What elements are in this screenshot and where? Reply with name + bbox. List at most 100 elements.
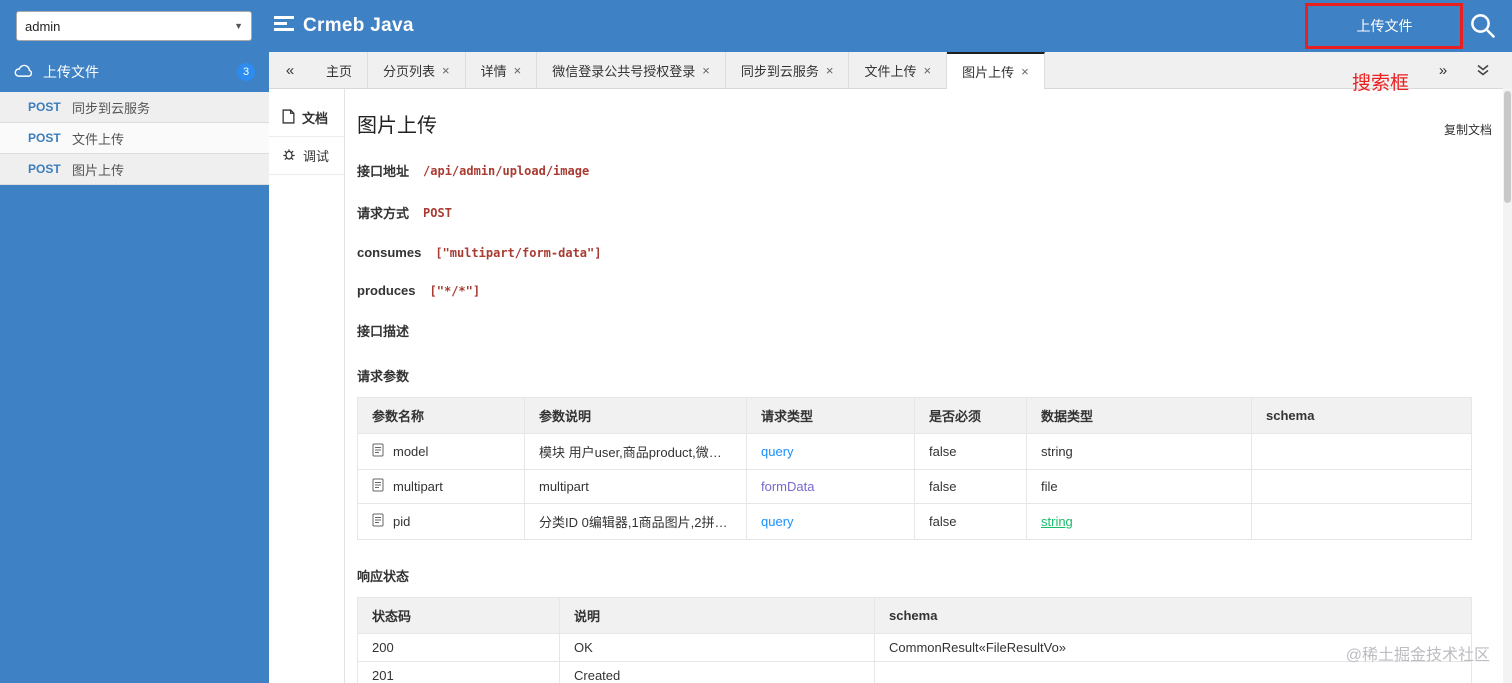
- app-logo: Crmeb Java: [274, 15, 414, 37]
- tab-bar: « 主页 分页列表 × 详情 × 微信登录公共号授权登录 × 同步到云服务 × …: [269, 52, 1512, 89]
- chevron-down-icon: ▼: [234, 21, 243, 31]
- close-icon[interactable]: ×: [923, 63, 931, 78]
- column-header: 数据类型: [1026, 397, 1252, 434]
- close-icon[interactable]: ×: [702, 63, 710, 78]
- param-data-type: file: [1026, 469, 1252, 504]
- request-type-link[interactable]: query: [761, 444, 794, 459]
- close-icon[interactable]: ×: [826, 63, 834, 78]
- param-desc: multipart: [524, 469, 747, 504]
- sidebar-group-upload[interactable]: 上传文件 3: [0, 52, 269, 92]
- param-name: model: [393, 444, 429, 459]
- expand-tabs-button[interactable]: »: [1422, 52, 1464, 88]
- field-request-method: 请求方式 POST: [357, 203, 1472, 222]
- field-produces: produces ["*/*"]: [357, 283, 1472, 298]
- sidebar-item-image-upload[interactable]: POST 图片上传: [0, 154, 269, 185]
- tab-label: 详情: [480, 63, 507, 79]
- table-header-row: 状态码 说明 schema: [357, 597, 1472, 634]
- field-value: ["*/*"]: [429, 283, 481, 298]
- doc-pane: 图片上传 复制文档 接口地址 /api/admin/upload/image 请…: [345, 89, 1512, 683]
- top-header: admin ▼ Crmeb Java: [0, 0, 1512, 52]
- search-icon[interactable]: [1468, 11, 1498, 46]
- env-select[interactable]: admin ▼: [16, 11, 252, 41]
- table-header-row: 参数名称 参数说明 请求类型 是否必须 数据类型 schema: [357, 397, 1472, 434]
- param-required: false: [914, 503, 1027, 540]
- doc-nav-label: 文档: [302, 111, 329, 126]
- doc-nav-label: 调试: [303, 149, 330, 164]
- close-icon[interactable]: ×: [442, 63, 450, 78]
- app-window: admin ▼ Crmeb Java 上传文件 上传文件 3 POST 同步到云…: [0, 0, 1512, 683]
- table-row: multipart multipart formData false file: [357, 469, 1472, 504]
- tab-sync-to-cloud[interactable]: 同步到云服务 ×: [726, 52, 850, 88]
- sidebar-list: POST 同步到云服务 POST 文件上传 POST 图片上传: [0, 92, 269, 185]
- tab-file-upload[interactable]: 文件上传 ×: [849, 52, 948, 88]
- status-code: 200: [357, 633, 560, 662]
- tab-image-upload[interactable]: 图片上传 ×: [947, 52, 1045, 89]
- table-row: model 模块 用户user,商品product,微信w… query fal…: [357, 433, 1472, 470]
- column-header: schema: [1251, 397, 1472, 434]
- column-header: 请求类型: [746, 397, 915, 434]
- close-icon[interactable]: ×: [514, 63, 522, 78]
- sidebar-item-label: 图片上传: [72, 162, 125, 178]
- column-header: 是否必须: [914, 397, 1027, 434]
- status-desc: Created: [559, 661, 875, 683]
- param-schema: [1251, 433, 1472, 470]
- cloud-icon: [14, 64, 33, 81]
- env-select-value: admin: [25, 18, 61, 34]
- param-desc: 模块 用户user,商品product,微信w…: [524, 433, 747, 470]
- response-table: 状态码 说明 schema 200 OK CommonResult«FileRe…: [357, 597, 1472, 683]
- field-api-description: 接口描述: [357, 321, 1472, 340]
- doc-nav: 文档 调试: [269, 89, 345, 683]
- request-type-link[interactable]: formData: [761, 479, 814, 494]
- table-row: 200 OK CommonResult«FileResultVo»: [357, 633, 1472, 662]
- app-title: Crmeb Java: [303, 15, 414, 36]
- count-badge: 3: [237, 63, 255, 81]
- field-api-url: 接口地址 /api/admin/upload/image: [357, 161, 1472, 180]
- sidebar-item-file-upload[interactable]: POST 文件上传: [0, 123, 269, 154]
- column-header: schema: [874, 597, 1472, 634]
- tab-label: 文件上传: [864, 63, 917, 79]
- double-chevron-down-icon[interactable]: [1464, 52, 1502, 88]
- collapse-tabs-button[interactable]: «: [269, 52, 311, 88]
- data-type-link[interactable]: string: [1041, 514, 1073, 529]
- params-heading: 请求参数: [357, 369, 410, 384]
- param-desc: 分类ID 0编辑器,1商品图片,2拼团…: [524, 503, 747, 540]
- sidebar-item-label: 同步到云服务: [72, 100, 151, 116]
- field-consumes: consumes ["multipart/form-data"]: [357, 245, 1472, 260]
- param-schema: [1251, 469, 1472, 504]
- tab-doc[interactable]: 文档: [269, 99, 344, 137]
- column-header: 说明: [559, 597, 875, 634]
- field-label: 请求方式: [357, 206, 410, 221]
- status-schema: CommonResult«FileResultVo»: [874, 633, 1472, 662]
- param-sheet-icon: [372, 478, 384, 495]
- content-row: 文档 调试 图片上传 复制文档 接口地址 /api/admin/upload/i…: [269, 89, 1512, 683]
- field-label: 接口描述: [357, 324, 410, 339]
- header-search-input[interactable]: 上传文件: [1307, 4, 1462, 48]
- close-icon[interactable]: ×: [1021, 64, 1029, 79]
- param-required: false: [914, 469, 1027, 504]
- tab-debug[interactable]: 调试: [269, 137, 344, 175]
- tab-wechat-public-auth-login[interactable]: 微信登录公共号授权登录 ×: [537, 52, 726, 88]
- request-type-link[interactable]: query: [761, 514, 794, 529]
- tab-page-list[interactable]: 分页列表 ×: [368, 52, 466, 88]
- tab-detail[interactable]: 详情 ×: [466, 52, 538, 88]
- status-code: 201: [357, 661, 560, 683]
- param-sheet-icon: [372, 443, 384, 460]
- tab-label: 同步到云服务: [740, 63, 819, 79]
- param-sheet-icon: [372, 513, 384, 530]
- vertical-scrollbar[interactable]: [1503, 88, 1512, 683]
- menu-bars-icon: [274, 15, 294, 37]
- tab-home[interactable]: 主页: [311, 52, 369, 88]
- status-desc: OK: [559, 633, 875, 662]
- tab-label: 微信登录公共号授权登录: [552, 63, 696, 79]
- scrollbar-thumb[interactable]: [1504, 91, 1511, 203]
- param-required: false: [914, 433, 1027, 470]
- column-header: 状态码: [357, 597, 560, 634]
- field-value: /api/admin/upload/image: [423, 163, 590, 178]
- sidebar-item-sync-to-cloud[interactable]: POST 同步到云服务: [0, 92, 269, 123]
- field-value: POST: [423, 205, 452, 220]
- header-search-value: 上传文件: [1356, 18, 1413, 34]
- bug-icon: [282, 147, 296, 164]
- column-header: 参数说明: [524, 397, 747, 434]
- copy-doc-link[interactable]: 复制文档: [1444, 121, 1492, 138]
- document-icon: [282, 108, 295, 127]
